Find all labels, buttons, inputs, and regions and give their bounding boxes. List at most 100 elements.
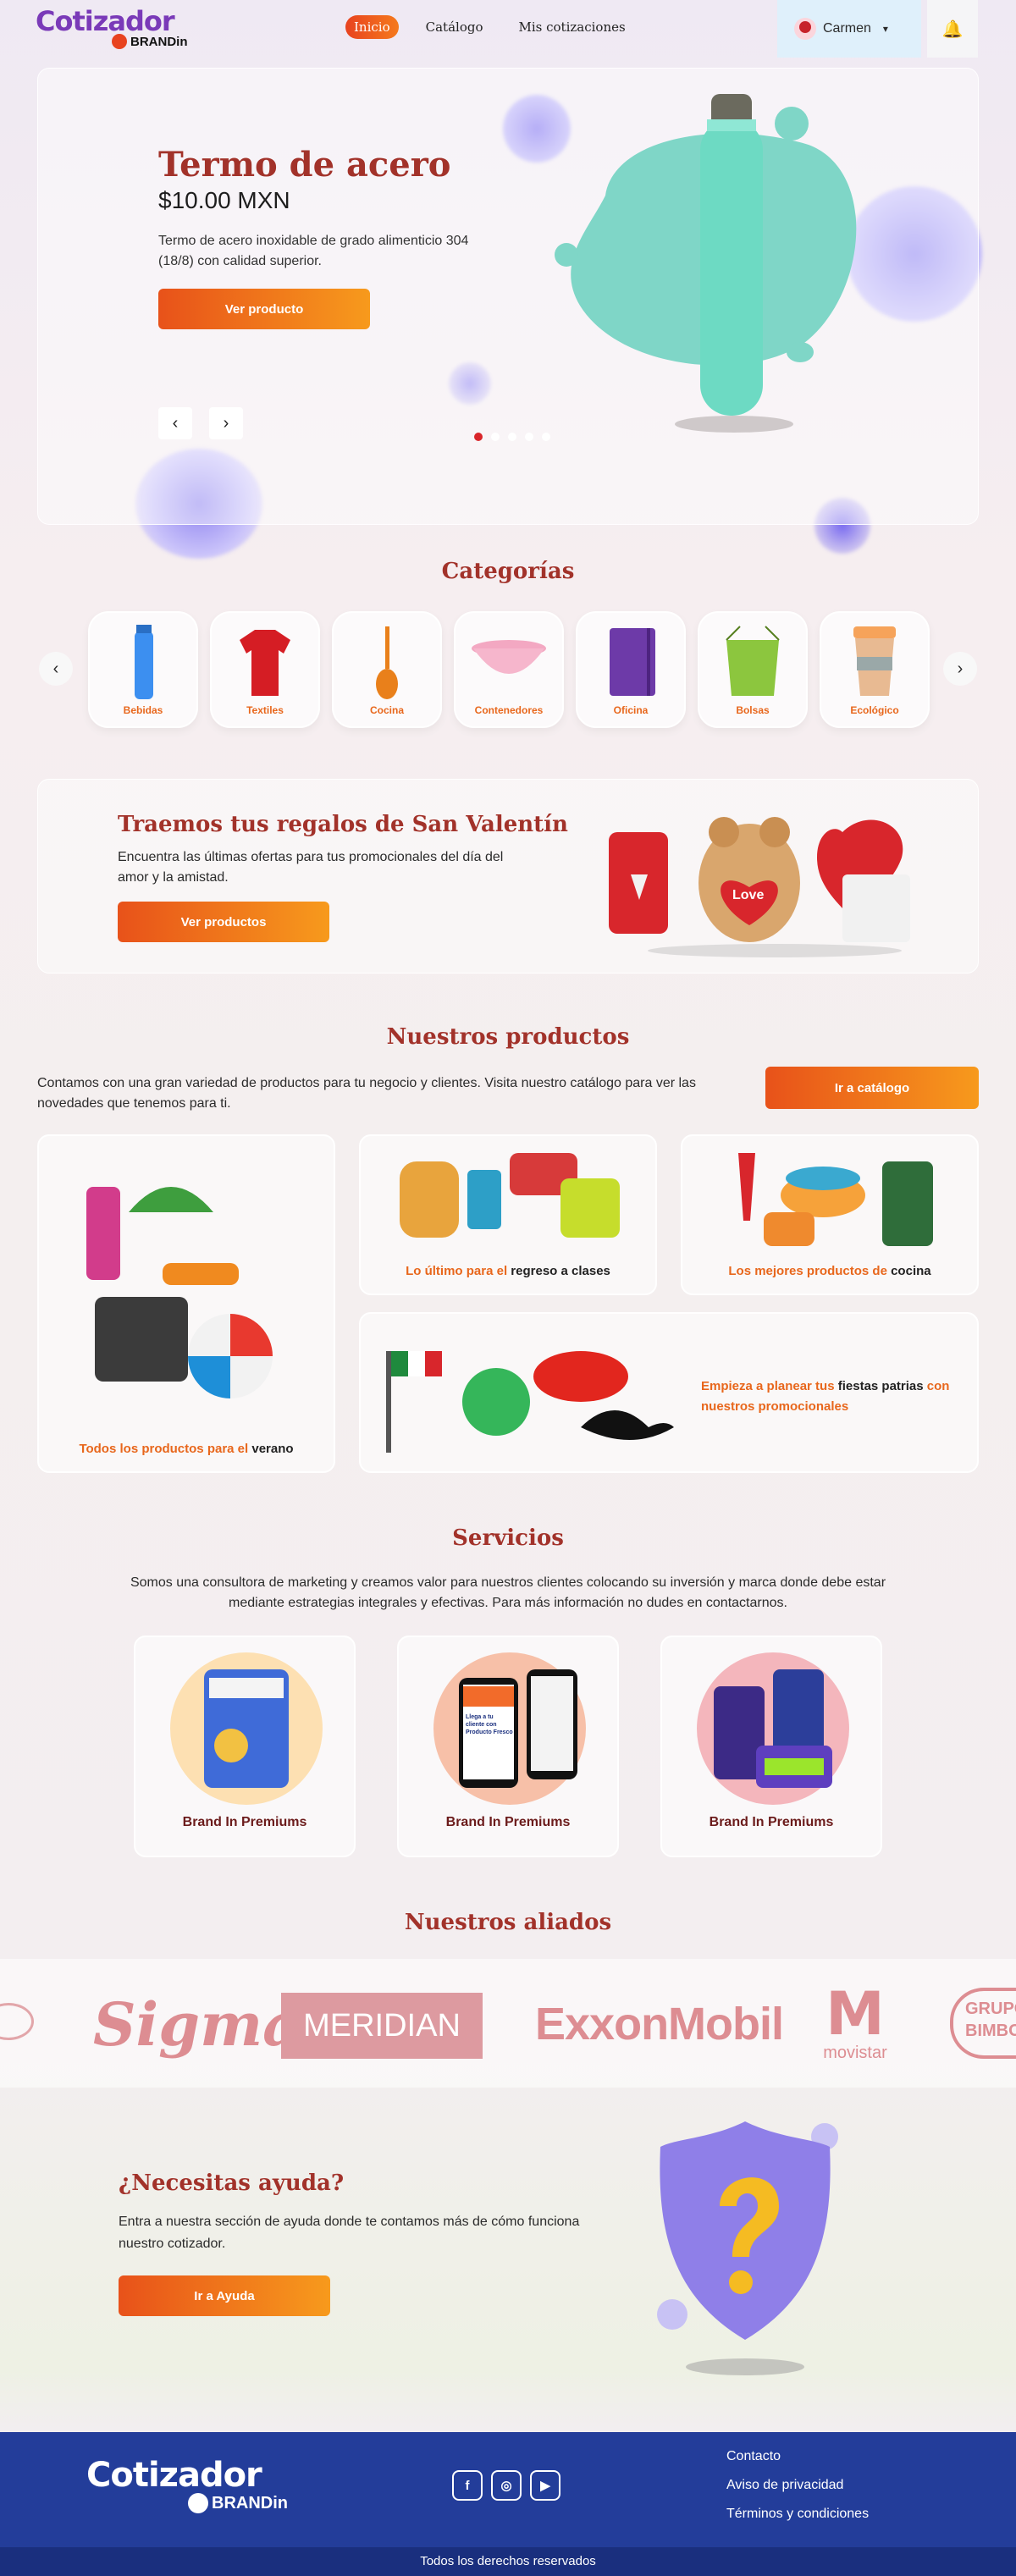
hero-carousel: Termo de acero $10.00 MXN Termo de acero… xyxy=(37,68,979,525)
valentine-promo: Traemos tus regalos de San Valentín Encu… xyxy=(37,779,979,974)
hero-description: Termo de acero inoxidable de grado alime… xyxy=(158,234,469,268)
category-label: Textiles xyxy=(246,704,284,716)
help-description: Entra a nuestra sección de ayuda donde t… xyxy=(119,2215,580,2251)
product-card-verano[interactable]: Todos los productos para el verano xyxy=(37,1134,335,1473)
hero-price: $10.00 MXN xyxy=(158,187,290,213)
ally-logo-bimbo: GRUPO BIMBO xyxy=(950,1988,1016,2059)
bowl-icon xyxy=(472,640,546,674)
hero-title: Termo de acero xyxy=(158,145,451,185)
services-text: Somos una consultora de marketing y crea… xyxy=(130,1575,886,1610)
service-image xyxy=(697,1652,849,1805)
logo-brand-text: BRANDin xyxy=(130,34,188,49)
category-textiles[interactable]: Textiles xyxy=(210,611,320,728)
bell-icon[interactable]: 🔔 xyxy=(927,0,978,58)
slide-dot[interactable] xyxy=(491,433,500,441)
allies-carousel: Sigma MERIDIAN ExxonMobil M movistar GRU… xyxy=(0,1959,1016,2088)
youtube-icon[interactable]: ▶ xyxy=(530,2470,560,2501)
ally-logo-movistar: M movistar xyxy=(813,1984,897,2063)
summer-products-image xyxy=(86,1187,273,1398)
service-card[interactable]: Llega a tu cliente con Producto Fresco B… xyxy=(397,1636,619,1857)
next-slide-button[interactable]: › xyxy=(209,407,243,439)
nav-mis-cotizaciones[interactable]: Mis cotizaciones xyxy=(510,15,633,39)
hero-image xyxy=(555,85,876,458)
logo-dot-icon xyxy=(188,2493,208,2513)
spatula-icon xyxy=(376,626,398,699)
footer-logo-text: Cotizador xyxy=(86,2456,262,2495)
category-contenedores[interactable]: Contenedores xyxy=(454,611,564,728)
heart-text: Love xyxy=(732,888,765,902)
categories-next-button[interactable]: › xyxy=(943,652,977,686)
category-label: Ecológico xyxy=(850,704,899,716)
product-card-cocina[interactable]: Los mejores productos de cocina xyxy=(681,1134,979,1295)
services-title: Servicios xyxy=(452,1525,564,1551)
slide-dot[interactable] xyxy=(525,433,533,441)
category-label: Contenedores xyxy=(474,704,544,716)
product-card-regreso-a-clases[interactable]: Lo último para el regreso a clases xyxy=(359,1134,657,1295)
categories-title: Categorías xyxy=(441,559,575,584)
facebook-icon[interactable]: f xyxy=(452,2470,483,2501)
view-product-button[interactable]: Ver producto xyxy=(158,289,370,329)
category-ecologico[interactable]: Ecológico xyxy=(820,611,930,728)
service-image: Llega a tu cliente con Producto Fresco xyxy=(433,1652,586,1805)
nav-catalogo[interactable]: Catálogo xyxy=(417,15,492,39)
slide-dot[interactable] xyxy=(508,433,516,441)
logo-brand: BRANDin xyxy=(112,34,188,49)
footer-logo[interactable]: Cotizador BRANDin xyxy=(86,2456,288,2513)
view-products-button[interactable]: Ver productos xyxy=(118,902,329,942)
footer-logo-brand-text: BRANDin xyxy=(212,2493,288,2513)
category-bolsas[interactable]: Bolsas xyxy=(698,611,808,728)
category-cocina[interactable]: Cocina xyxy=(332,611,442,728)
footer-link-terminos[interactable]: Términos y condiciones xyxy=(726,2507,869,2522)
ally-logo-meridian: MERIDIAN xyxy=(281,1993,483,2059)
prev-slide-button[interactable]: ‹ xyxy=(158,407,192,439)
avatar xyxy=(794,18,816,40)
promo-image: Love xyxy=(597,798,952,959)
service-label: Brand In Premiums xyxy=(445,1815,571,1829)
chevron-down-icon: ▾ xyxy=(882,23,888,35)
logo[interactable]: Cotizador BRANDin xyxy=(36,7,188,54)
footer: Cotizador BRANDin f ◎ ▶ Contacto Aviso d… xyxy=(0,2432,1016,2576)
footer-link-contacto[interactable]: Contacto xyxy=(726,2449,869,2464)
footer-link-aviso-privacidad[interactable]: Aviso de privacidad xyxy=(726,2478,869,2493)
logo-text: Cotizador xyxy=(36,5,175,37)
catalog-button[interactable]: Ir a catálogo xyxy=(765,1067,979,1109)
slide-dot[interactable] xyxy=(474,433,483,441)
card-caption: Todos los productos para el verano xyxy=(79,1442,294,1456)
nav-inicio[interactable]: Inicio xyxy=(345,15,399,39)
notebook-icon xyxy=(610,628,655,696)
phone-text: Llega a tu cliente con Producto Fresco xyxy=(466,1714,513,1735)
categories-prev-button[interactable]: ‹ xyxy=(39,652,73,686)
movistar-icon: M xyxy=(826,1979,885,2049)
social-links: f ◎ ▶ xyxy=(452,2470,560,2501)
ally-logo-sigma: Sigma xyxy=(93,1989,301,2060)
bottle-icon xyxy=(135,625,153,699)
user-name: Carmen xyxy=(823,21,871,36)
logo-dot-icon xyxy=(112,34,127,49)
product-card-fiestas-patrias[interactable]: Empieza a planear tus fiestas patrias co… xyxy=(359,1312,979,1473)
header: Cotizador BRANDin Inicio Catálogo Mis co… xyxy=(0,0,1016,61)
service-card[interactable]: Brand In Premiums xyxy=(134,1636,356,1857)
service-card[interactable]: Brand In Premiums xyxy=(660,1636,882,1857)
ally-logo-exxonmobil: ExxonMobil xyxy=(535,1999,784,2049)
category-list: Bebidas Textiles Cocina Contenedores Ofi… xyxy=(88,611,930,728)
card-caption: Lo último para el regreso a clases xyxy=(406,1264,610,1278)
help-title: ¿Necesitas ayuda? xyxy=(119,2171,345,2196)
user-menu[interactable]: Carmen ▾ xyxy=(777,0,921,58)
category-oficina[interactable]: Oficina xyxy=(576,611,686,728)
bag-icon xyxy=(726,626,780,696)
instagram-icon[interactable]: ◎ xyxy=(491,2470,522,2501)
patriotic-products-image xyxy=(386,1351,674,1453)
service-label: Brand In Premiums xyxy=(709,1815,834,1829)
service-image xyxy=(170,1652,323,1805)
copyright: Todos los derechos reservados xyxy=(0,2547,1016,2576)
category-bebidas[interactable]: Bebidas xyxy=(88,611,198,728)
kitchen-products-image xyxy=(738,1153,933,1246)
slide-dots xyxy=(474,433,550,441)
promo-description: Encuentra las últimas ofertas para tus p… xyxy=(118,850,504,885)
slide-dot[interactable] xyxy=(542,433,550,441)
tshirt-icon xyxy=(240,630,290,696)
main-nav: Inicio Catálogo Mis cotizaciones xyxy=(345,15,634,39)
help-button[interactable]: Ir a Ayuda xyxy=(119,2275,330,2316)
hero-arrows: ‹ › xyxy=(158,407,243,439)
ally-logo-partial xyxy=(0,2003,34,2040)
